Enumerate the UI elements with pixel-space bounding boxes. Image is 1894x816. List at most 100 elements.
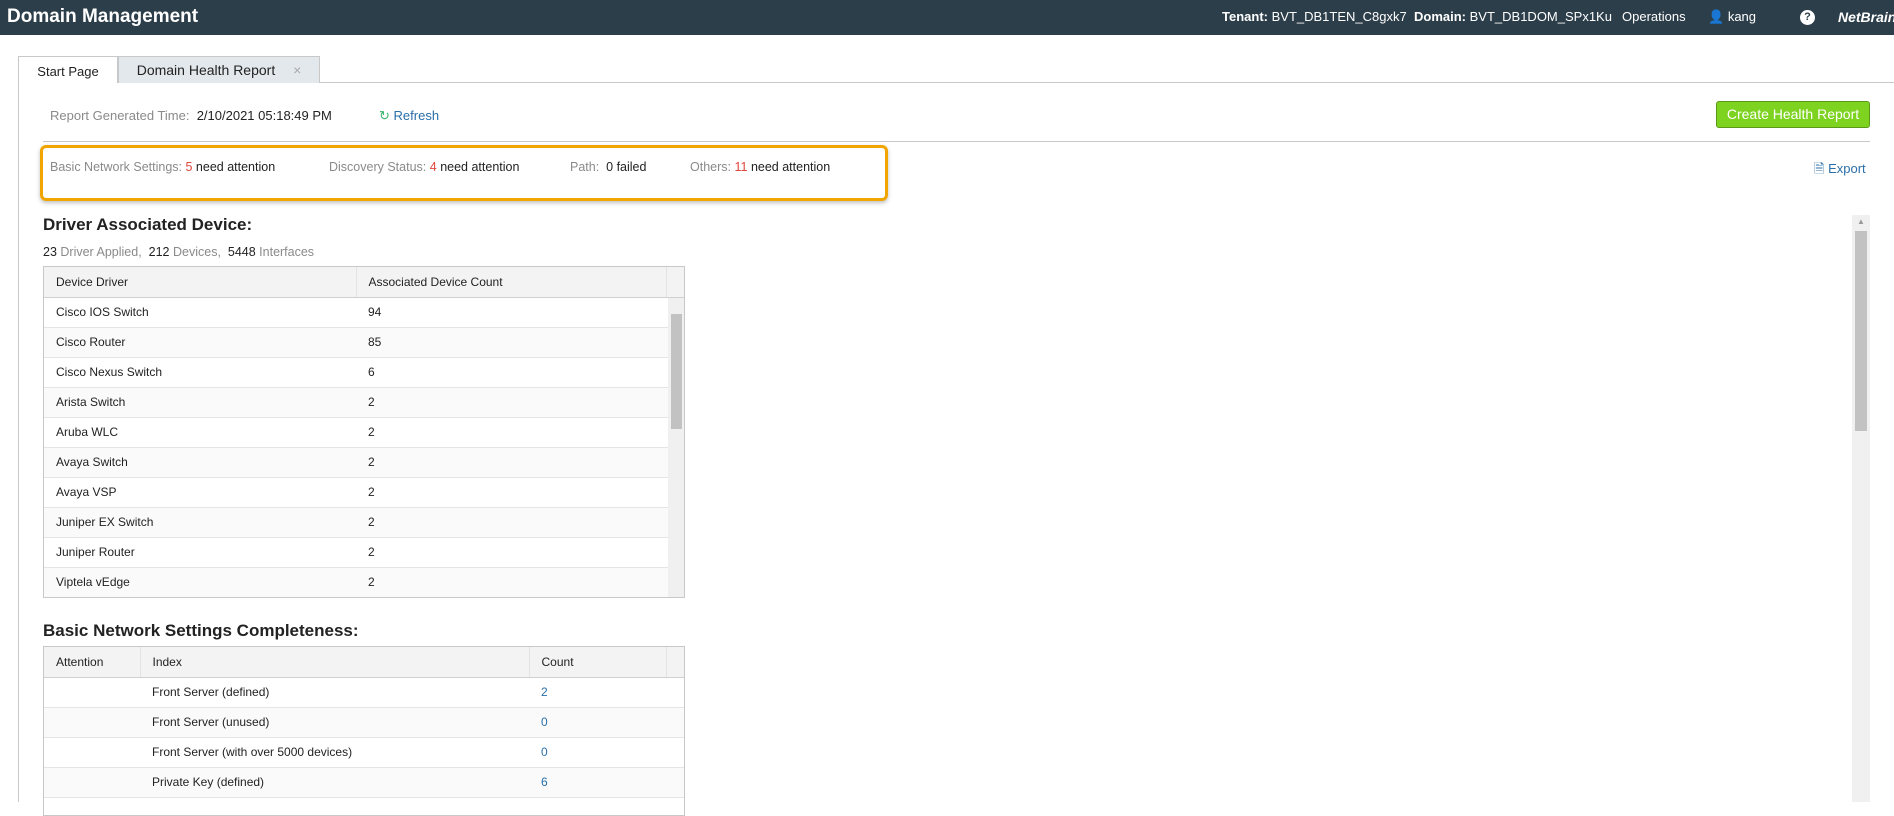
- table-row[interactable]: Aruba WLC 2: [44, 417, 684, 448]
- summary-discovery-status[interactable]: Discovery Status: 4 need attention: [329, 160, 519, 174]
- table-row[interactable]: [44, 797, 684, 815]
- driver-table-scrollbar[interactable]: [668, 298, 684, 597]
- devices-count: 212: [148, 245, 170, 259]
- tab-start-page[interactable]: Start Page: [18, 56, 118, 83]
- table-row[interactable]: Cisco IOS Switch 94: [44, 297, 684, 328]
- table-cell: Juniper EX Switch: [44, 507, 356, 538]
- user-icon: 👤: [1708, 9, 1725, 24]
- user-menu[interactable]: 👤 kang: [1708, 9, 1756, 25]
- column-header-count[interactable]: Count: [529, 647, 667, 678]
- tab-label: Domain Health Report: [136, 62, 276, 78]
- scrollbar-thumb[interactable]: [671, 314, 682, 429]
- export-label: Export: [1828, 161, 1866, 176]
- summary-text: need attention: [440, 160, 520, 174]
- table-row[interactable]: Juniper EX Switch 2: [44, 507, 684, 538]
- table-row[interactable]: Viptela vEdge 2: [44, 567, 684, 597]
- page-scrollbar[interactable]: ▲: [1852, 215, 1870, 802]
- domain-info: Domain: BVT_DB1DOM_SPx1Ku: [1414, 9, 1612, 24]
- header-spacer: [666, 267, 684, 298]
- table-cell: 2: [356, 477, 666, 508]
- column-header-index[interactable]: Index: [140, 647, 530, 678]
- table-cell: 6: [356, 357, 666, 388]
- summary-label: Path:: [570, 160, 600, 174]
- table-row[interactable]: Cisco Router 85: [44, 327, 684, 358]
- app-title: Domain Management: [7, 6, 199, 27]
- interfaces-label: Interfaces: [259, 245, 315, 259]
- table-cell: 85: [356, 327, 666, 358]
- driver-table: Device Driver Associated Device Count Ci…: [43, 266, 685, 598]
- table-row[interactable]: Juniper Router 2: [44, 537, 684, 568]
- summary-others[interactable]: Others: 11 need attention: [690, 160, 830, 174]
- row-spacer: [666, 707, 684, 738]
- scroll-up-arrow-icon[interactable]: ▲: [1857, 217, 1865, 226]
- close-tab-icon[interactable]: ×: [293, 62, 301, 78]
- export-button[interactable]: 🗎 Export: [1814, 160, 1866, 182]
- separator: [43, 141, 1870, 142]
- table-cell[interactable]: 0: [529, 737, 666, 768]
- table-row[interactable]: Front Server (unused) 0: [44, 707, 684, 738]
- refresh-button[interactable]: ↻ Refresh: [379, 108, 439, 124]
- tenant-label: Tenant:: [1222, 9, 1268, 24]
- table-cell[interactable]: 0: [529, 707, 666, 738]
- table-row[interactable]: Avaya VSP 2: [44, 477, 684, 508]
- table-cell: [44, 677, 140, 708]
- table-cell: 94: [356, 297, 666, 328]
- column-header-device-driver[interactable]: Device Driver: [44, 267, 357, 298]
- tenant-value: BVT_DB1TEN_C8gxk7: [1271, 9, 1407, 24]
- report-time-label: Report Generated Time:: [50, 108, 190, 123]
- table-cell: 2: [356, 387, 666, 418]
- row-spacer: [666, 737, 684, 768]
- table-cell[interactable]: [529, 797, 666, 815]
- summary-path[interactable]: Path: 0 failed: [570, 160, 646, 174]
- summary-count: 0: [606, 160, 614, 174]
- summary-count: 11: [734, 160, 748, 174]
- table-cell: Aruba WLC: [44, 417, 356, 448]
- row-spacer: [666, 797, 684, 815]
- tab-label: Start Page: [37, 64, 99, 79]
- report-time-value: 2/10/2021 05:18:49 PM: [196, 108, 332, 123]
- table-row[interactable]: Front Server (defined) 2: [44, 677, 684, 708]
- summary-text: need attention: [750, 160, 831, 174]
- summary-label: Discovery Status:: [329, 160, 427, 174]
- table-cell: 2: [356, 447, 666, 478]
- table-cell: 2: [356, 417, 666, 448]
- domain-label: Domain:: [1414, 9, 1466, 24]
- table-row[interactable]: Avaya Switch 2: [44, 447, 684, 478]
- table-cell: Juniper Router: [44, 537, 356, 568]
- table-cell: [44, 737, 140, 768]
- table-cell: [44, 797, 140, 815]
- table-row[interactable]: Arista Switch 2: [44, 387, 684, 418]
- table-cell: [140, 797, 529, 815]
- summary-count: 4: [429, 160, 437, 174]
- refresh-icon: ↻: [379, 108, 390, 123]
- table-cell: Front Server (defined): [140, 677, 529, 708]
- create-health-report-button[interactable]: Create Health Report: [1716, 101, 1870, 128]
- table-row[interactable]: Private Key (defined) 6: [44, 767, 684, 798]
- column-header-attention[interactable]: Attention: [44, 647, 141, 678]
- table-cell: Arista Switch: [44, 387, 356, 418]
- tenant-info: Tenant: BVT_DB1TEN_C8gxk7: [1222, 9, 1407, 24]
- summary-label: Others:: [690, 160, 731, 174]
- table-cell: [44, 707, 140, 738]
- refresh-label: Refresh: [393, 108, 440, 123]
- content-frame: [18, 82, 19, 802]
- scrollbar-thumb[interactable]: [1855, 231, 1867, 431]
- table-cell[interactable]: 6: [529, 767, 666, 798]
- table-row[interactable]: Front Server (with over 5000 devices) 0: [44, 737, 684, 768]
- table-cell: Avaya VSP: [44, 477, 356, 508]
- table-row[interactable]: Cisco Nexus Switch 6: [44, 357, 684, 388]
- export-icon: 🗎: [1814, 161, 1825, 176]
- table-cell[interactable]: 2: [529, 677, 666, 708]
- interfaces-count: 5448: [227, 245, 256, 259]
- header-spacer: [666, 647, 684, 678]
- operations-menu[interactable]: Operations: [1622, 9, 1686, 24]
- table-cell: 2: [356, 507, 666, 538]
- column-header-associated-device-count[interactable]: Associated Device Count: [356, 267, 667, 298]
- driver-section-title: Driver Associated Device:: [43, 215, 253, 234]
- help-icon[interactable]: ?: [1800, 10, 1815, 25]
- summary-basic-network[interactable]: Basic Network Settings: 5 need attention: [50, 160, 275, 174]
- tab-domain-health-report[interactable]: Domain Health Report ×: [118, 56, 320, 83]
- table-cell: Cisco Router: [44, 327, 356, 358]
- table-cell: Cisco IOS Switch: [44, 297, 356, 328]
- table-cell: 2: [356, 567, 666, 597]
